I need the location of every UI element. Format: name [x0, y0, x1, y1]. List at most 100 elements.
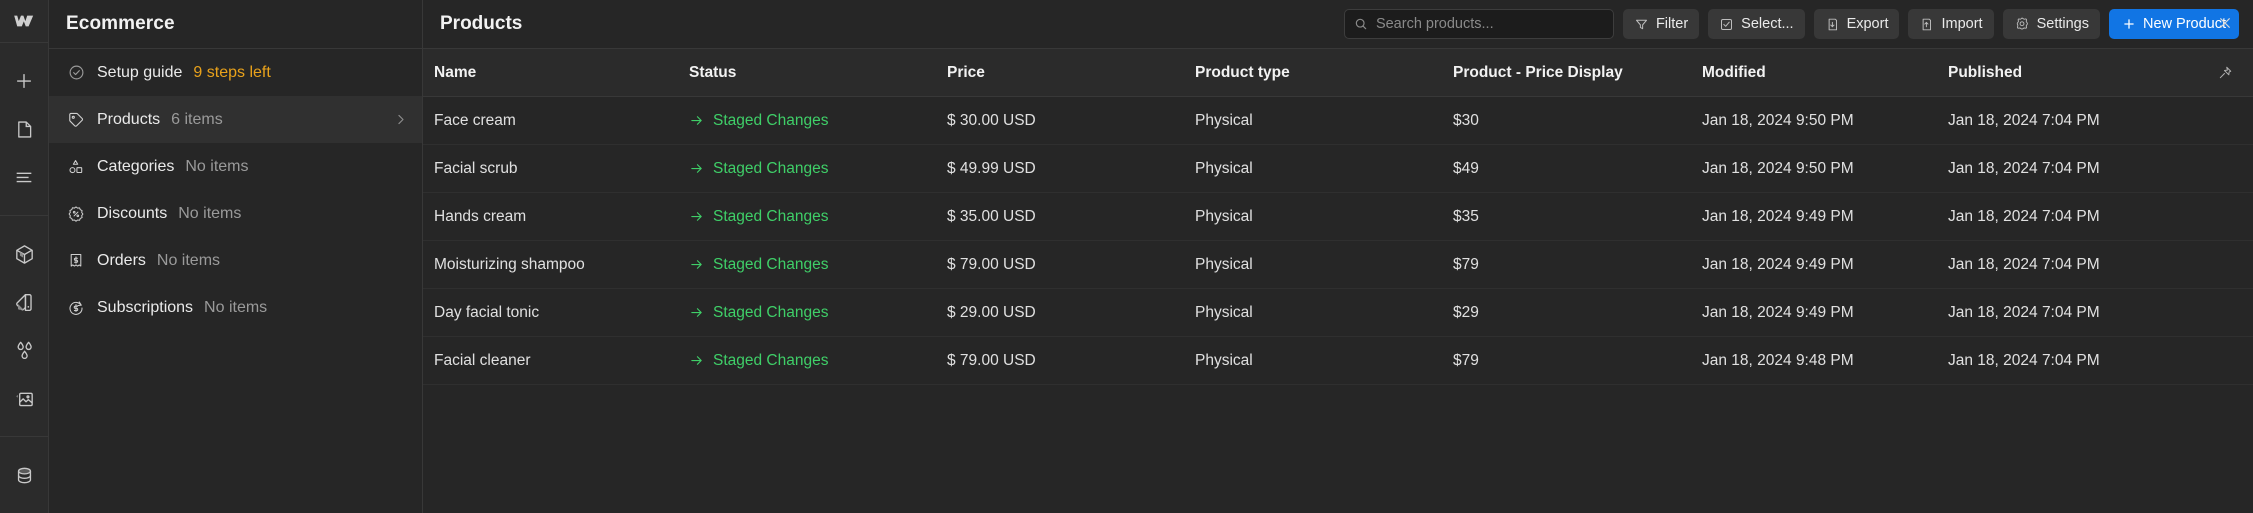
cell-product-type: Physical — [1195, 111, 1253, 129]
table-row[interactable]: Moisturizing shampoo Staged Changes $ 79.0… — [423, 241, 2253, 289]
funnel-icon — [1634, 17, 1649, 32]
column-header-price[interactable]: Price — [947, 64, 1195, 82]
plus-icon — [2122, 17, 2136, 31]
close-button[interactable] — [2197, 0, 2253, 45]
discount-badge-icon — [66, 204, 86, 224]
import-icon — [1919, 17, 1934, 32]
cell-published: Jan 18, 2024 7:04 PM — [1948, 255, 2100, 273]
cell-modified: Jan 18, 2024 9:49 PM — [1702, 207, 1854, 225]
webflow-logo[interactable] — [0, 0, 49, 43]
table-row[interactable]: Facial cleaner Staged Changes $ 79.00 USD P… — [423, 337, 2253, 385]
sidebar-item-setup-guide[interactable]: Setup guide 9 steps left — [49, 49, 422, 96]
select-button[interactable]: Select... — [1708, 9, 1805, 39]
sidebar-item-categories[interactable]: Categories No items — [49, 143, 422, 190]
import-button[interactable]: Import — [1908, 9, 1994, 39]
page-title: Ecommerce — [66, 13, 175, 34]
assets-icon[interactable] — [0, 374, 49, 422]
cell-product-type: Physical — [1195, 255, 1253, 273]
products-toolbar: Products Filter Select... — [423, 0, 2253, 49]
column-header-price-display[interactable]: Product - Price Display — [1453, 64, 1702, 82]
sidebar-item-label: Products — [97, 110, 161, 128]
cms-icon[interactable] — [0, 451, 49, 499]
cell-price-display: $79 — [1453, 351, 1479, 369]
settings-label: Settings — [2036, 16, 2089, 32]
cell-name: Facial cleaner — [434, 351, 531, 369]
arrow-right-icon — [689, 113, 704, 128]
filter-label: Filter — [1655, 16, 1689, 32]
cell-published: Jan 18, 2024 7:04 PM — [1948, 159, 2100, 177]
status-badge: Staged Changes — [713, 159, 829, 177]
status-badge: Staged Changes — [713, 207, 829, 225]
receipt-icon — [66, 251, 86, 271]
cell-price: $ 35.00 USD — [947, 207, 1036, 225]
settings-button[interactable]: Settings — [2002, 9, 2100, 39]
column-header-modified[interactable]: Modified — [1702, 64, 1948, 82]
cell-price: $ 49.99 USD — [947, 159, 1036, 177]
search-input[interactable] — [1375, 16, 1604, 32]
cell-status: Staged Changes — [689, 304, 947, 322]
check-circle-icon — [66, 63, 86, 83]
style-selectors-icon[interactable] — [0, 278, 49, 326]
chevron-right-icon[interactable] — [393, 112, 408, 127]
cell-name: Facial scrub — [434, 159, 518, 177]
table-row[interactable]: Hands cream Staged Changes $ 35.00 USD Phys… — [423, 193, 2253, 241]
sidebar-item-meta: No items — [156, 251, 221, 269]
filter-button[interactable]: Filter — [1622, 9, 1700, 39]
sidebar-item-meta: No items — [178, 204, 242, 222]
cell-price-display: $30 — [1453, 111, 1479, 129]
recurring-dollar-icon — [66, 298, 86, 318]
cell-published: Jan 18, 2024 7:04 PM — [1948, 207, 2100, 225]
rail-group-cms — [0, 436, 49, 513]
status-badge: Staged Changes — [713, 255, 829, 273]
cell-price: $ 79.00 USD — [947, 255, 1036, 273]
cell-price: $ 29.00 USD — [947, 303, 1036, 321]
arrow-right-icon — [689, 305, 704, 320]
sidebar-item-meta: 6 items — [171, 110, 223, 128]
cell-price-display: $35 — [1453, 207, 1479, 225]
tag-icon — [66, 110, 86, 130]
column-header-published[interactable]: Published — [1948, 64, 2205, 82]
shapes-icon — [66, 157, 86, 177]
components-icon[interactable] — [0, 230, 49, 278]
table-row[interactable]: Day facial tonic Staged Changes $ 29.00 US… — [423, 289, 2253, 337]
status-badge: Staged Changes — [713, 351, 829, 369]
arrow-right-icon — [689, 209, 704, 224]
main-title: Products — [440, 13, 523, 34]
export-button[interactable]: Export — [1813, 9, 1900, 39]
column-header-product-type[interactable]: Product type — [1195, 64, 1453, 82]
sidebar-item-products[interactable]: Products 6 items — [49, 96, 422, 143]
cell-modified: Jan 18, 2024 9:50 PM — [1702, 159, 1854, 177]
column-header-name[interactable]: Name — [434, 64, 689, 82]
pin-icon[interactable] — [2205, 65, 2245, 81]
gear-icon — [2014, 16, 2030, 32]
sidebar-item-label: Categories — [97, 157, 175, 175]
add-icon[interactable] — [0, 57, 49, 105]
sidebar-header: Ecommerce — [49, 0, 422, 49]
variables-icon[interactable] — [0, 326, 49, 374]
pages-icon[interactable] — [0, 105, 49, 153]
cell-modified: Jan 18, 2024 9:50 PM — [1702, 111, 1854, 129]
ecommerce-sidebar: Ecommerce Setup guide 9 steps left Produ… — [49, 0, 423, 513]
sidebar-item-label: Discounts — [97, 204, 168, 222]
sidebar-item-subscriptions[interactable]: Subscriptions No items — [49, 284, 422, 331]
table-row[interactable]: Facial scrub Staged Changes $ 49.99 USD Phy… — [423, 145, 2253, 193]
cell-status: Staged Changes — [689, 256, 947, 274]
cell-product-type: Physical — [1195, 303, 1253, 321]
cell-published: Jan 18, 2024 7:04 PM — [1948, 111, 2100, 129]
sidebar-item-orders[interactable]: Orders No items — [49, 237, 422, 284]
rail-group-secondary — [0, 216, 49, 436]
table-body: Face cream Staged Changes $ 30.00 USD Physi… — [423, 97, 2253, 385]
sidebar-item-discounts[interactable]: Discounts No items — [49, 190, 422, 237]
cell-name: Hands cream — [434, 207, 527, 225]
sidebar-item-label: Setup guide — [97, 63, 183, 81]
rail-group-primary — [0, 43, 49, 216]
cell-modified: Jan 18, 2024 9:49 PM — [1702, 303, 1854, 321]
search-box[interactable] — [1343, 9, 1614, 39]
ecommerce-panel: Ecommerce Setup guide 9 steps left Produ… — [0, 0, 2253, 513]
cell-product-type: Physical — [1195, 159, 1253, 177]
table-row[interactable]: Face cream Staged Changes $ 30.00 USD Physi… — [423, 97, 2253, 145]
column-header-status[interactable]: Status — [689, 64, 947, 82]
cell-published: Jan 18, 2024 7:04 PM — [1948, 351, 2100, 369]
import-label: Import — [1941, 16, 1983, 32]
navigator-icon[interactable] — [0, 153, 49, 201]
